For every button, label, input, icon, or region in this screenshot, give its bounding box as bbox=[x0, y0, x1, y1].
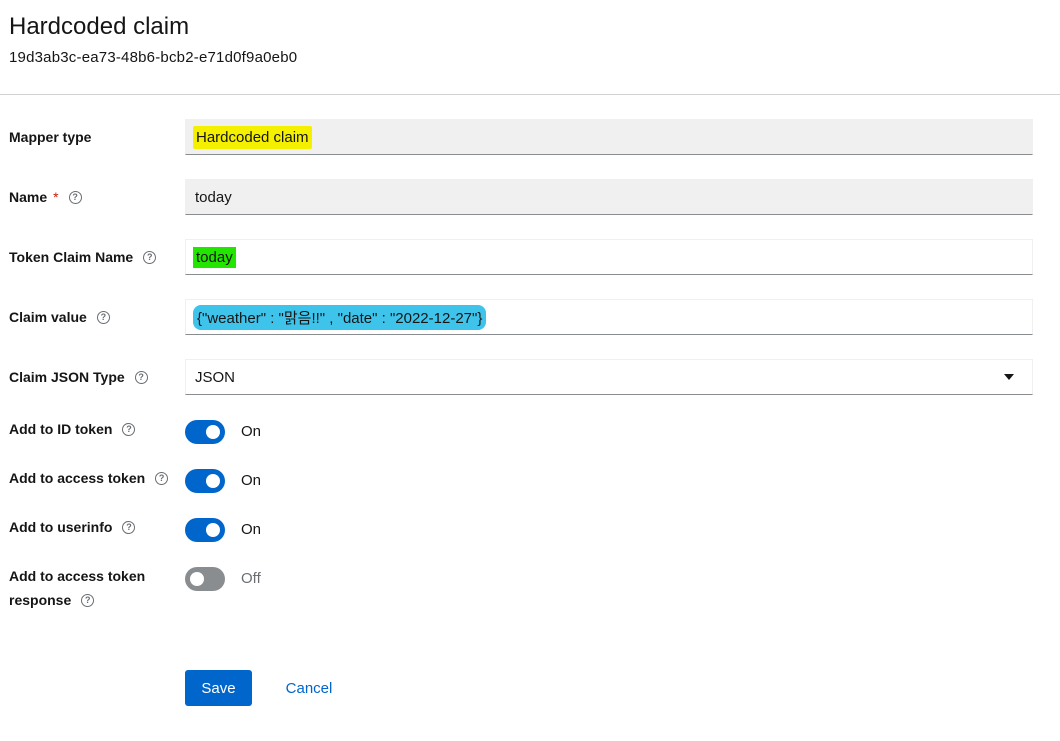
add-to-access-token-response-toggle[interactable] bbox=[185, 567, 225, 591]
help-icon[interactable] bbox=[68, 190, 82, 204]
mapper-id: 19d3ab3c-ea73-48b6-bcb2-e71d0f9a0eb0 bbox=[9, 49, 298, 66]
add-to-userinfo-state: On bbox=[241, 521, 262, 538]
add-to-id-token-state: On bbox=[241, 423, 262, 440]
mapper-type-field: Hardcoded claim bbox=[185, 119, 1033, 155]
claim-json-type-select[interactable]: JSON bbox=[185, 359, 1033, 395]
help-icon[interactable] bbox=[81, 593, 95, 607]
add-to-id-token-label: Add to ID token bbox=[9, 417, 136, 441]
help-icon[interactable] bbox=[122, 520, 136, 534]
claim-value-value: {"weather" : "맑음!!" , "date" : "2022-12-… bbox=[193, 304, 487, 330]
name-field: today bbox=[185, 179, 1033, 215]
mapper-type-value: Hardcoded claim bbox=[193, 125, 312, 149]
add-to-access-token-state: On bbox=[241, 472, 262, 489]
name-label: Name * bbox=[9, 185, 82, 209]
add-to-userinfo-label: Add to userinfo bbox=[9, 515, 136, 539]
add-to-id-token-toggle[interactable] bbox=[185, 420, 225, 444]
add-to-userinfo-toggle[interactable] bbox=[185, 518, 225, 542]
help-icon[interactable] bbox=[96, 310, 110, 324]
help-icon[interactable] bbox=[155, 471, 169, 485]
cancel-button[interactable]: Cancel bbox=[270, 670, 348, 706]
add-to-access-token-response-label: Add to access token bbox=[9, 568, 146, 584]
caret-down-icon bbox=[1004, 374, 1014, 380]
header-divider bbox=[0, 94, 1060, 95]
add-to-access-token-toggle[interactable] bbox=[185, 469, 225, 493]
required-indicator: * bbox=[53, 189, 59, 205]
token-claim-name-label: Token Claim Name bbox=[9, 245, 157, 269]
page-title: Hardcoded claim bbox=[9, 13, 190, 40]
toggle-knob bbox=[206, 425, 220, 439]
mapper-type-label: Mapper type bbox=[9, 129, 92, 145]
save-button[interactable]: Save bbox=[185, 670, 252, 706]
help-icon[interactable] bbox=[143, 250, 157, 264]
add-to-access-token-label: Add to access token bbox=[9, 466, 169, 490]
claim-value-label: Claim value bbox=[9, 305, 110, 329]
token-claim-name-value: today bbox=[193, 246, 236, 268]
claim-json-type-value: JSON bbox=[195, 368, 236, 386]
name-value: today bbox=[195, 188, 232, 206]
claim-value-input[interactable]: {"weather" : "맑음!!" , "date" : "2022-12-… bbox=[185, 299, 1033, 335]
toggle-knob bbox=[206, 474, 220, 488]
add-to-access-token-response-state: Off bbox=[241, 570, 261, 587]
toggle-knob bbox=[206, 523, 220, 537]
help-icon[interactable] bbox=[134, 370, 148, 384]
token-claim-name-input[interactable]: today bbox=[185, 239, 1033, 275]
toggle-knob bbox=[190, 572, 204, 586]
add-to-access-token-response-label-line2: response bbox=[9, 588, 95, 612]
claim-json-type-label: Claim JSON Type bbox=[9, 365, 148, 389]
help-icon[interactable] bbox=[122, 422, 136, 436]
